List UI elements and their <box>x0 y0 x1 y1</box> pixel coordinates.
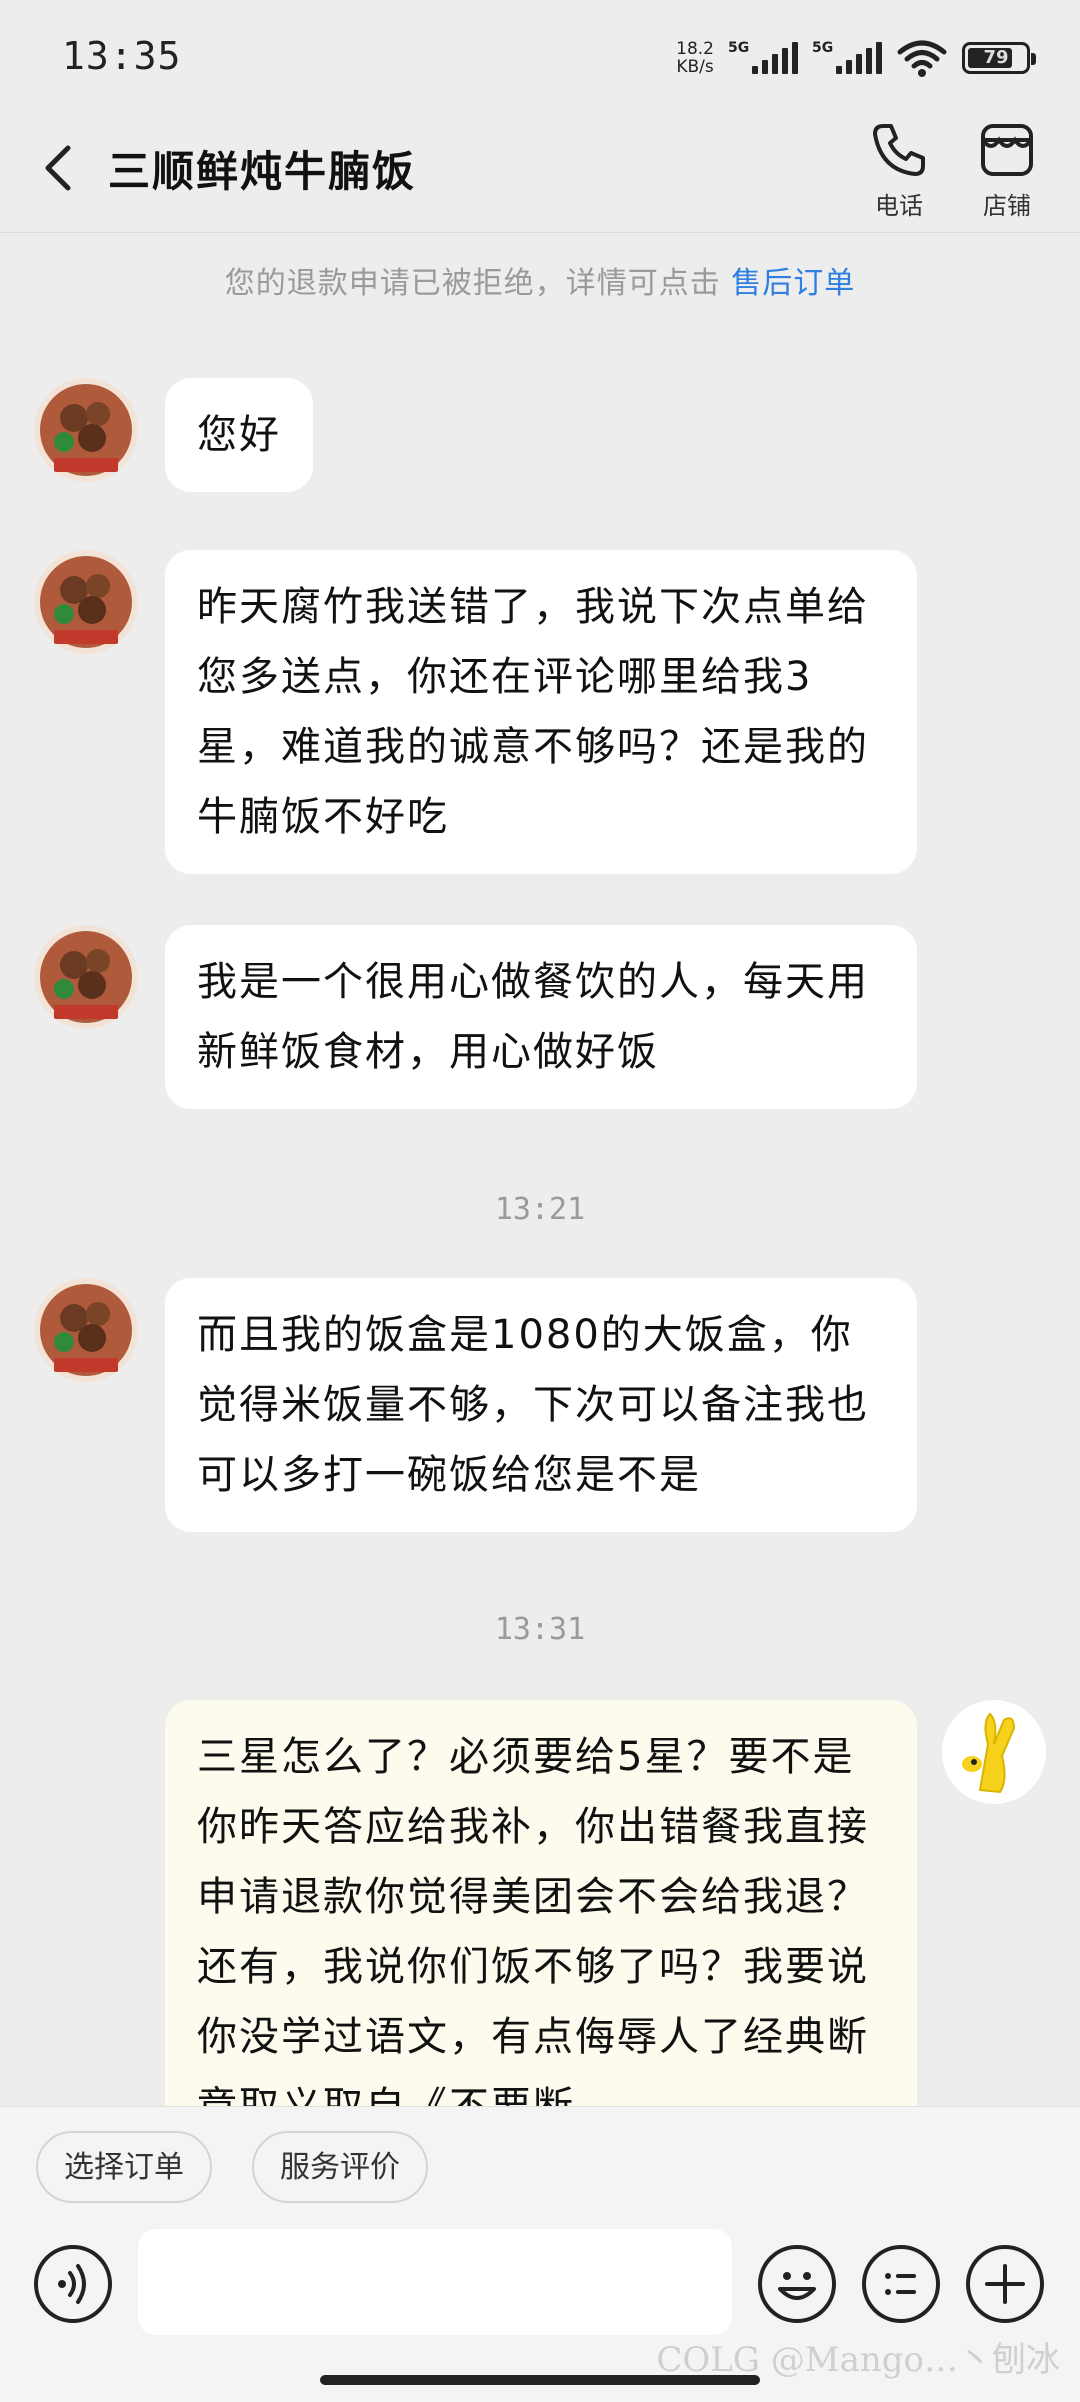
more-button[interactable] <box>966 2245 1044 2323</box>
shop-avatar[interactable] <box>34 925 138 1029</box>
message-bubble: 您好 <box>165 378 313 492</box>
shop-button[interactable]: 店铺 <box>962 120 1052 221</box>
signal-label: 5G <box>728 40 750 56</box>
back-arrow-icon[interactable] <box>36 138 80 198</box>
shop-avatar[interactable] <box>34 1278 138 1382</box>
shop-avatar[interactable] <box>34 378 138 482</box>
voice-icon <box>58 2264 86 2304</box>
signal-label-2: 5G <box>812 40 834 56</box>
status-bar: 13:35 18.2 KB/s 5G 5G 79 <box>0 0 1080 110</box>
service-review-chip[interactable]: 服务评价 <box>252 2131 428 2203</box>
net-speed-unit: KB/s <box>676 57 714 77</box>
my-avatar[interactable] <box>942 1700 1046 1804</box>
phone-icon <box>873 124 925 176</box>
after-sales-order-link[interactable]: 售后订单 <box>731 266 855 301</box>
watermark: COLG @Mango…丶刨冰 <box>656 2340 1060 2380</box>
signal-icon-2: 5G <box>812 40 882 76</box>
input-area: 选择订单 服务评价 COLG @Mango…丶刨冰 <box>0 2106 1080 2402</box>
chat-header: 三顺鲜炖牛腩饭 电话 店铺 <box>0 110 1080 233</box>
signal-icon: 5G <box>728 40 798 76</box>
message-bubble: 昨天腐竹我送错了，我说下次点单给您多送点，你还在评论哪里给我3星，难道我的诚意不… <box>165 550 917 874</box>
timestamp: 13:21 <box>494 1192 586 1227</box>
my-avatar-image <box>942 1700 1046 1804</box>
status-icons: 18.2 KB/s 5G 5G 79 <box>676 36 1036 80</box>
message-input[interactable] <box>138 2229 732 2335</box>
message-bubble: 而且我的饭盒是1080的大饭盒，你觉得米饭量不够，下次可以备注我也可以多打一碗饭… <box>165 1278 917 1532</box>
net-speed-value: 18.2 <box>676 39 714 59</box>
battery-level: 79 <box>983 47 1009 68</box>
shop-icon <box>981 124 1033 176</box>
refund-notice: 您的退款申请已被拒绝，详情可点击 售后订单 <box>0 258 1080 302</box>
page-title: 三顺鲜炖牛腩饭 <box>108 147 417 196</box>
home-indicator[interactable] <box>320 2375 760 2385</box>
shop-label: 店铺 <box>983 192 1031 220</box>
status-time: 13:35 <box>62 34 182 78</box>
shop-avatar-image <box>34 925 138 1029</box>
plus-icon <box>985 2264 1025 2304</box>
voice-button[interactable] <box>34 2245 112 2323</box>
phone-button[interactable]: 电话 <box>854 120 944 221</box>
timestamp: 13:31 <box>494 1612 586 1647</box>
list-icon <box>885 2273 916 2295</box>
emoji-icon <box>778 2272 816 2300</box>
shop-avatar[interactable] <box>34 550 138 654</box>
quick-reply-button[interactable] <box>862 2245 940 2323</box>
battery-icon: 79 <box>962 42 1036 74</box>
message-bubble: 我是一个很用心做餐饮的人，每天用新鲜饭食材，用心做好饭 <box>165 925 917 1109</box>
shop-avatar-image <box>34 378 138 482</box>
emoji-button[interactable] <box>758 2245 836 2323</box>
phone-label: 电话 <box>875 192 923 220</box>
shop-avatar-image <box>34 1278 138 1382</box>
shop-avatar-image <box>34 550 138 654</box>
wifi-icon <box>897 40 947 77</box>
my-message-bubble: 三星怎么了？必须要给5星？要不是你昨天答应给我补，你出错餐我直接申请退款你觉得美… <box>165 1700 917 2108</box>
select-order-chip[interactable]: 选择订单 <box>36 2131 212 2203</box>
notice-text: 您的退款申请已被拒绝，详情可点击 <box>224 266 732 301</box>
net-speed: 18.2 KB/s <box>676 40 714 76</box>
